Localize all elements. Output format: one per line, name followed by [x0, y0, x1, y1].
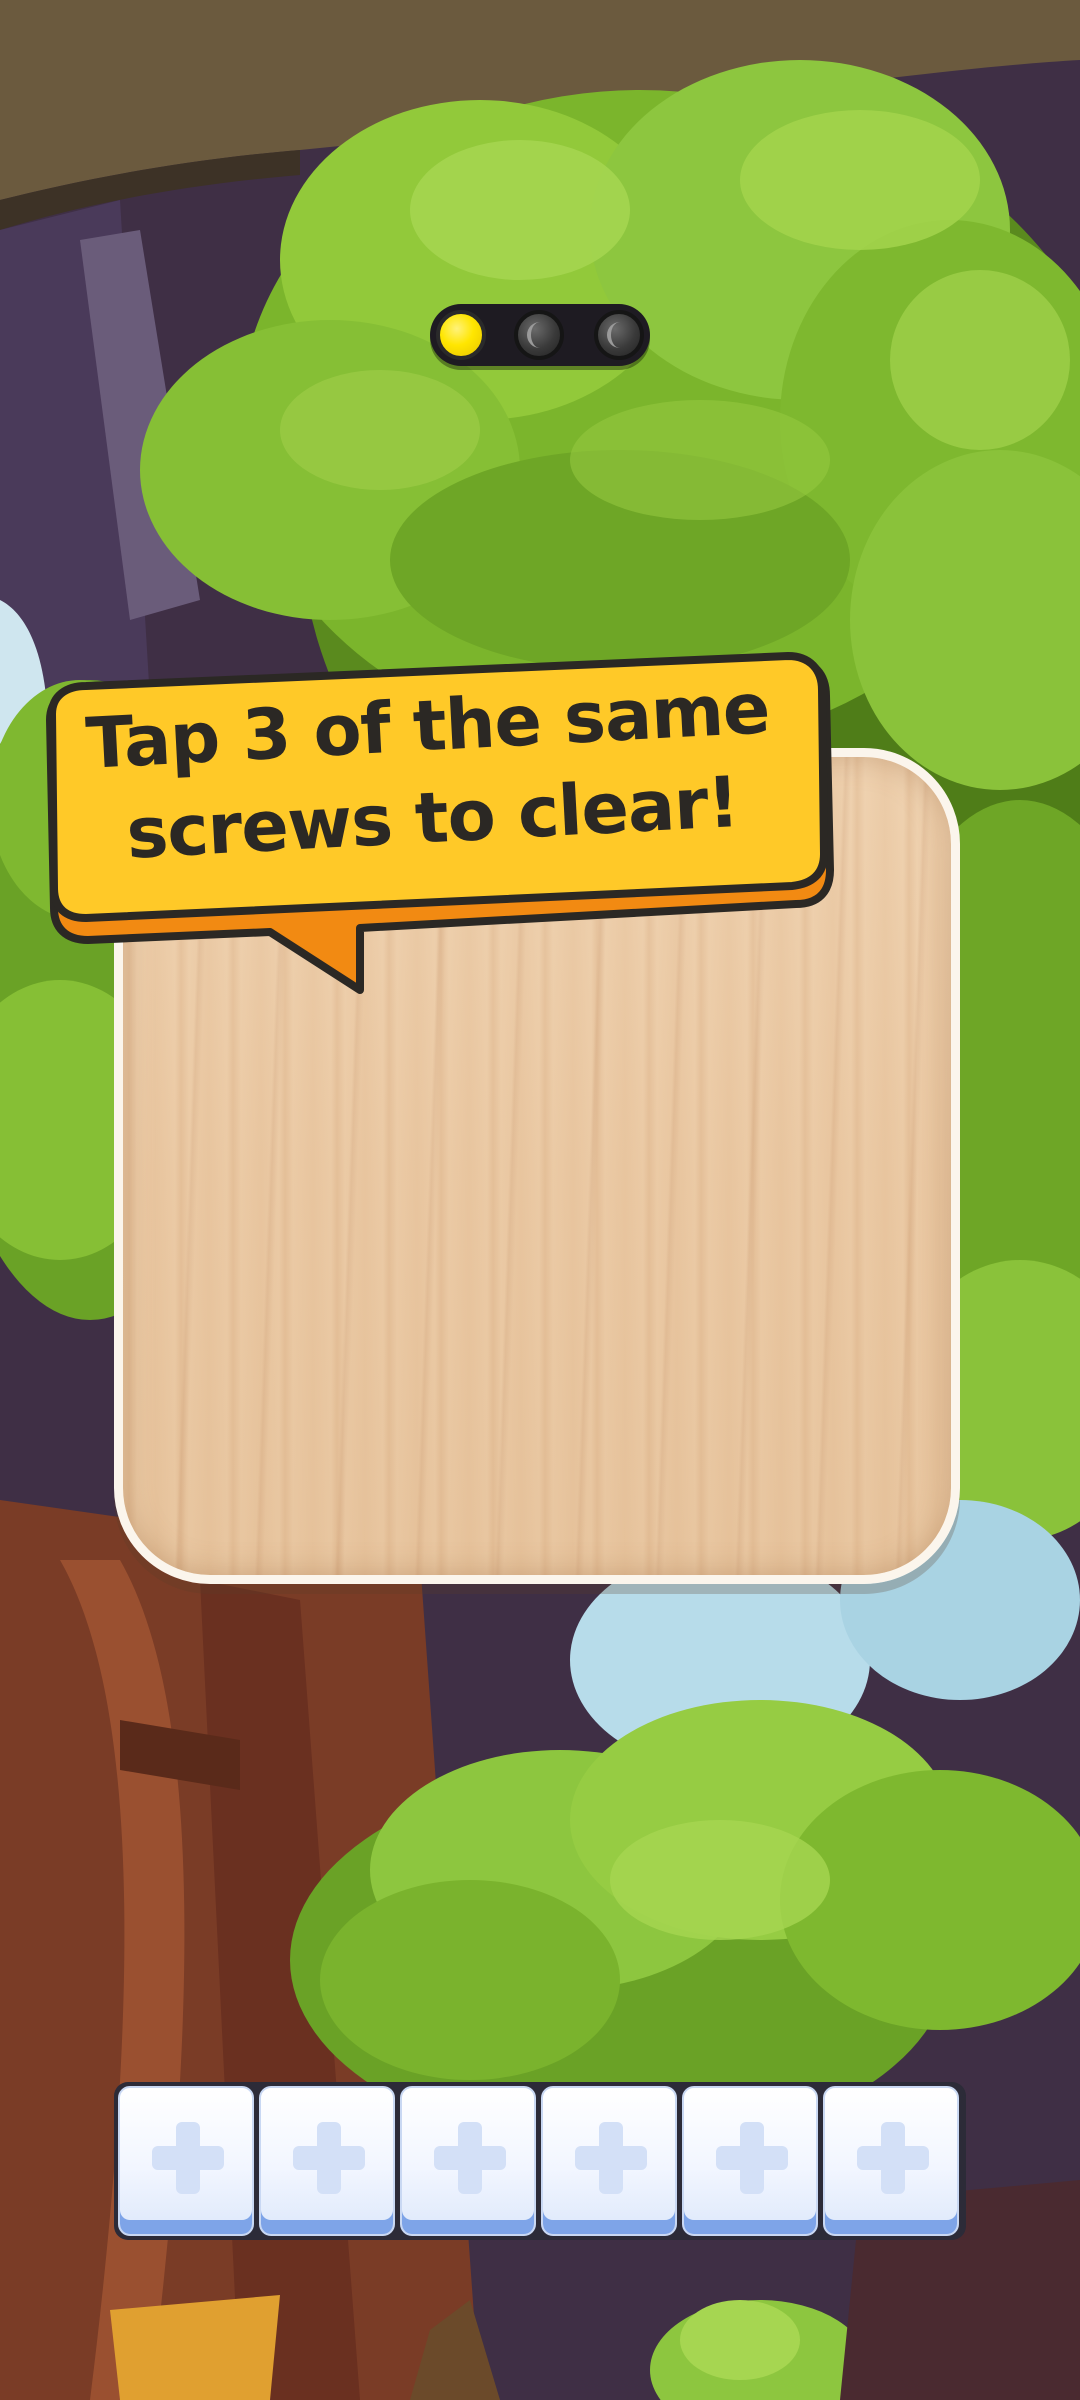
screw-slot-bar: [114, 2082, 966, 2240]
slot-1[interactable]: [118, 2086, 254, 2236]
slot-6[interactable]: [823, 2086, 959, 2236]
slot-5[interactable]: [682, 2086, 818, 2236]
tutorial-text: Tap 3 of the same screws to clear!: [83, 667, 772, 875]
slot-2[interactable]: [259, 2086, 395, 2236]
screw-head-yellow-icon: [436, 310, 486, 360]
screw-head-dark-icon: [594, 310, 644, 360]
slot-4[interactable]: [541, 2086, 677, 2236]
level-progress-indicator: [430, 304, 650, 366]
slot-3[interactable]: [400, 2086, 536, 2236]
game-scene: Tap 3 of the same screws to clear!: [0, 0, 1080, 2400]
screw-head-dark-icon: [514, 310, 564, 360]
